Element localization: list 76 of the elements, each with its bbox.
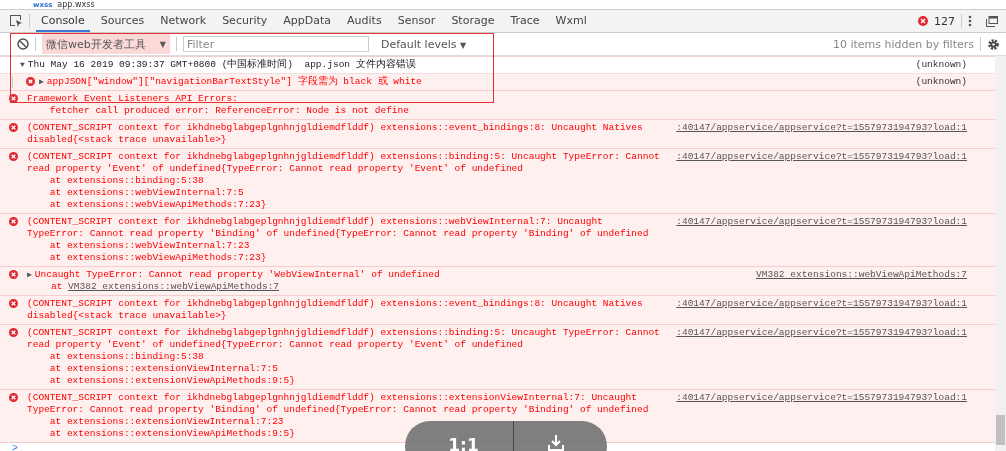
log-line: at extensions::extensionViewInternal:7:5 bbox=[48, 363, 278, 375]
error-icon bbox=[9, 393, 18, 402]
error-icon bbox=[9, 152, 18, 161]
log-line: Thu May 16 2019 09:39:37 GMT+0800 (中国标准时间) app.json 文件内容错误 bbox=[27, 59, 416, 71]
log-line: at extensions::binding:5:38 bbox=[48, 175, 204, 187]
stack-prefix: at bbox=[51, 281, 63, 292]
log-line: disabled{<stack trace unavailable>} bbox=[27, 310, 227, 322]
log-line: at extensions::webViewApiMethods:7:23} bbox=[48, 252, 267, 264]
log-line: at extensions::webViewInternal:7:5 bbox=[48, 187, 244, 199]
inspect-icon[interactable] bbox=[9, 14, 23, 28]
expand-toggle[interactable]: ▶ bbox=[39, 76, 44, 88]
dock-icon[interactable] bbox=[986, 15, 998, 27]
hidden-items-note: 10 items hidden by filters bbox=[832, 37, 974, 51]
source-link[interactable]: (unknown) bbox=[915, 59, 967, 71]
error-count[interactable]: 127 bbox=[934, 14, 955, 28]
log-line: read property 'Event' of undefined{TypeError: Cannot read property 'Event' of undefined bbox=[27, 163, 523, 175]
log-line: (CONTENT_SCRIPT context for ikhdnebglabgeplgnhnjgldiemdflddf) extensions::binding:5: Uncaught TypeError: Cannot bbox=[27, 151, 660, 163]
log-line: TypeError: Cannot read property 'Binding' of undefined{TypeError: Cannot read property 'Binding' of undefined bbox=[27, 404, 649, 416]
log-line: Uncaught TypeError: Cannot read property 'WebViewInternal' of undefined bbox=[34, 269, 440, 281]
source-link[interactable]: :40147/appservice/appservice?t=1557973194793?load:1 bbox=[676, 298, 967, 322]
log-line: at extensions::extensionViewApiMethods:9:5} bbox=[48, 428, 295, 440]
log-line: (CONTENT_SCRIPT context for ikhdnebglabgeplgnhnjgldiemdflddf) extensions::event_bindings:8: Uncaught Natives bbox=[27, 298, 643, 310]
log-line: at extensions::extensionViewApiMethods:9:5} bbox=[48, 375, 295, 387]
more-menu-icon[interactable] bbox=[968, 15, 972, 27]
source-link[interactable]: :40147/appservice/appservice?t=1557973194793?load:1 bbox=[676, 216, 967, 264]
error-icon bbox=[9, 217, 18, 226]
log-line: appJSON["window"]["navigationBarTextStyle"] 字段需为 black 或 white bbox=[46, 76, 422, 88]
panel-tab[interactable]: Wxml bbox=[550, 10, 592, 32]
error-icon bbox=[9, 94, 18, 103]
log-line: (CONTENT_SCRIPT context for ikhdnebglabgeplgnhnjgldiemdflddf) extensions::event_bindings:8: Uncaught Natives bbox=[27, 122, 643, 134]
source-link[interactable]: :40147/appservice/appservice?t=1557973194793?load:1 bbox=[676, 122, 967, 146]
clear-console-icon[interactable] bbox=[17, 38, 29, 50]
actual-size-button[interactable]: 1:1 bbox=[448, 435, 479, 451]
panel-tab[interactable]: Trace bbox=[505, 10, 545, 32]
file-tab[interactable]: app.wxss bbox=[57, 0, 95, 9]
log-line: read property 'Event' of undefined{TypeError: Cannot read property 'Event' of undefined bbox=[27, 339, 523, 351]
error-icon bbox=[9, 299, 18, 308]
expand-toggle[interactable]: ▶ bbox=[27, 269, 32, 281]
error-icon bbox=[9, 123, 18, 132]
log-line: at extensions::webViewInternal:7:23 bbox=[48, 240, 250, 252]
panel-tab[interactable]: Console bbox=[36, 10, 90, 32]
panel-tab[interactable]: Audits bbox=[342, 10, 387, 32]
source-link[interactable]: :40147/appservice/appservice?t=1557973194793?load:1 bbox=[676, 327, 967, 387]
error-icon bbox=[918, 16, 928, 26]
log-line: fetcher call produced error: ReferenceError: Node is not define bbox=[48, 105, 409, 117]
error-icon bbox=[25, 77, 35, 86]
context-dropdown[interactable]: 微信web开发者工具 ▼ bbox=[42, 34, 170, 54]
scrollbar-thumb[interactable] bbox=[996, 415, 1005, 445]
download-icon[interactable] bbox=[547, 435, 564, 451]
panel-tab[interactable]: Network bbox=[155, 10, 212, 32]
settings-icon[interactable] bbox=[987, 37, 1000, 51]
stack-link[interactable]: VM382 extensions::webViewApiMethods:7 bbox=[68, 281, 280, 292]
panel-tab[interactable]: Security bbox=[217, 10, 273, 32]
expand-toggle[interactable]: ▼ bbox=[20, 59, 25, 71]
log-line: at extensions::binding:5:38 bbox=[48, 351, 204, 363]
source-link[interactable]: (unknown) bbox=[915, 76, 967, 88]
panel-tab[interactable]: Sensor bbox=[392, 10, 441, 32]
panel-tab[interactable]: AppData bbox=[278, 10, 337, 32]
error-icon bbox=[9, 328, 18, 337]
prompt-caret[interactable]: > bbox=[12, 443, 18, 451]
source-link[interactable]: :40147/appservice/appservice?t=1557973194793?load:1 bbox=[676, 392, 967, 440]
log-line: at extensions::extensionViewInternal:7:23 bbox=[48, 416, 284, 428]
panel-tab[interactable]: Storage bbox=[446, 10, 500, 32]
log-line: (CONTENT_SCRIPT context for ikhdnebglabgeplgnhnjgldiemdflddf) extensions::webViewInternal:7: Uncaught bbox=[27, 216, 603, 228]
log-line: TypeError: Cannot read property 'Binding' of undefined{TypeError: Cannot read property 'Binding' of undefined bbox=[27, 228, 649, 240]
source-link[interactable]: :40147/appservice/appservice?t=1557973194793?load:1 bbox=[676, 151, 967, 211]
error-icon bbox=[9, 270, 18, 279]
log-line: (CONTENT_SCRIPT context for ikhdnebglabgeplgnhnjgldiemdflddf) extensions::binding:5: Uncaught TypeError: Cannot bbox=[27, 327, 660, 339]
log-line: Framework Event Listeners API Errors: bbox=[27, 93, 238, 105]
log-line: (CONTENT_SCRIPT context for ikhdnebglabgeplgnhnjgldiemdflddf) extensions::extensionViewInternal:7: Uncaught bbox=[27, 392, 637, 404]
filter-field[interactable]: Filter bbox=[182, 36, 369, 52]
log-line: disabled{<stack trace unavailable>} bbox=[27, 134, 227, 146]
panel-tab[interactable]: Sources bbox=[95, 10, 150, 32]
source-link[interactable]: VM382 extensions::webViewApiMethods:7 bbox=[756, 269, 967, 293]
levels-dropdown[interactable]: Default levels ▼ bbox=[374, 36, 473, 52]
log-line: at extensions::webViewApiMethods:7:23} bbox=[48, 199, 267, 211]
